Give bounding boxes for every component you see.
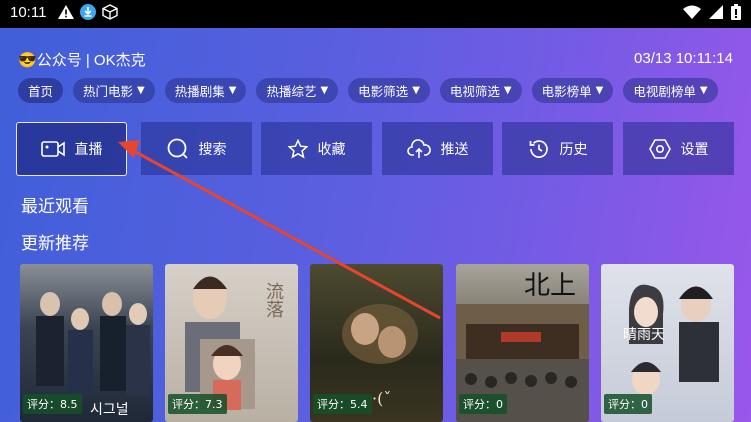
- annotation-arrow: [118, 140, 441, 320]
